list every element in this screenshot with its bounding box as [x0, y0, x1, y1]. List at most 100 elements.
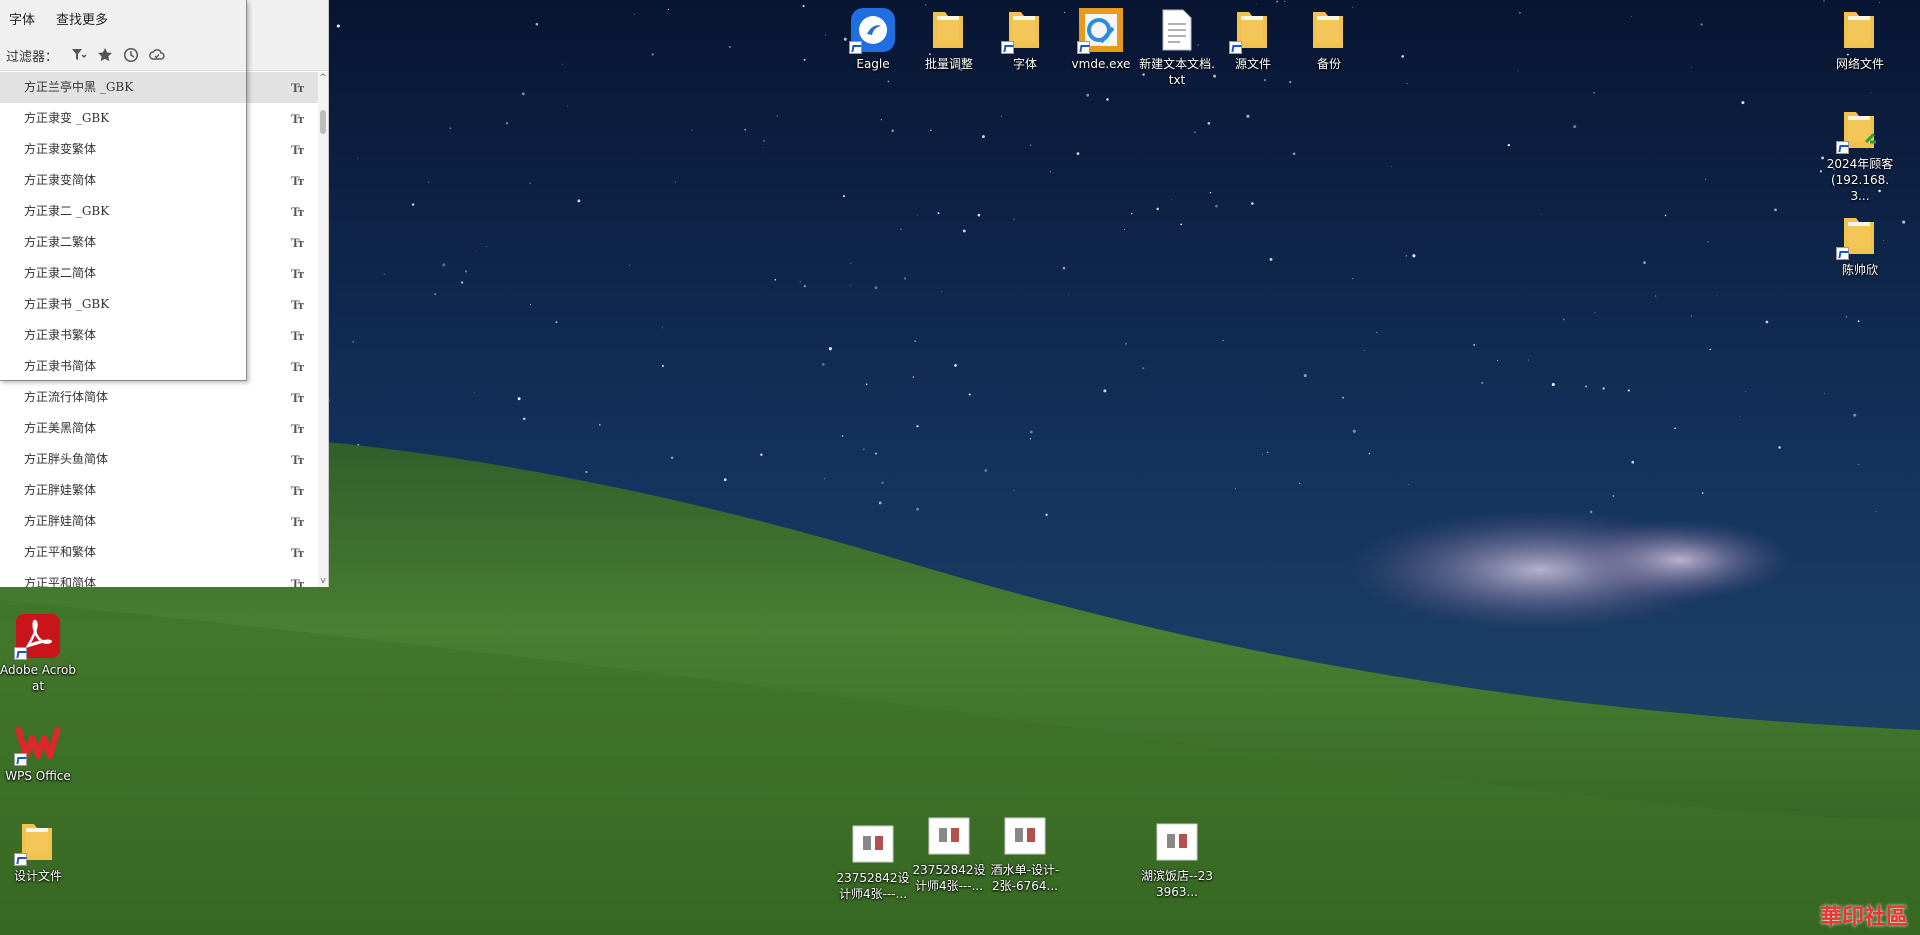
text-file-icon — [1153, 6, 1201, 54]
desktop-icon-label: Adobe Acrobat — [0, 663, 76, 693]
star-icon[interactable] — [94, 45, 116, 65]
folder-icon — [925, 6, 973, 54]
truetype-icon: Tт — [290, 80, 304, 95]
truetype-icon: Tт — [290, 359, 304, 374]
truetype-icon: Tт — [290, 204, 304, 219]
desktop-icon[interactable]: 网络文件 — [1822, 6, 1898, 72]
cloud-icon[interactable] — [146, 45, 168, 65]
font-list-item[interactable]: 方正隶书繁体 Tт — [0, 320, 318, 351]
truetype-icon: Tт — [290, 266, 304, 281]
desktop-icon-label: 新建文本文档.txt — [1139, 57, 1215, 87]
scroll-down-icon[interactable]: v — [318, 575, 328, 587]
desktop-icon-label: 批量调整 — [924, 57, 973, 71]
folder-icon — [1001, 6, 1049, 54]
font-list-item[interactable]: 方正隶变繁体 Tт — [0, 134, 318, 165]
desktop-icon[interactable]: 备份 — [1291, 6, 1367, 72]
desktop-icon-label: 设计文件 — [13, 869, 62, 883]
font-name: 方正隶书简体 — [24, 359, 97, 373]
font-name: 方正美黑简体 — [24, 421, 97, 435]
shortcut-arrow-icon — [1836, 247, 1849, 260]
shortcut-arrow-icon — [1001, 41, 1014, 54]
desktop-icon-label: 酒水单-设计-2张-6764... — [990, 863, 1060, 893]
desktop-icon[interactable]: 设计文件 — [0, 818, 76, 884]
filter-dropdown-icon[interactable] — [68, 45, 90, 65]
font-list-item[interactable]: 方正平和简体 Tт — [0, 568, 318, 587]
font-name: 方正隶书 _GBK — [24, 297, 110, 311]
folder-icon — [1305, 6, 1353, 54]
watermark-logo: 華印社區 — [1819, 904, 1908, 930]
image-thumbnail-icon — [925, 812, 973, 860]
font-list-item[interactable]: 方正隶书简体 Tт — [0, 351, 318, 382]
font-list-item[interactable]: 方正隶变 _GBK Tт — [0, 103, 318, 134]
scroll-thumb[interactable] — [320, 110, 326, 134]
desktop-icon-label: 网络文件 — [1835, 57, 1884, 71]
image-thumbnail-icon — [1001, 812, 1049, 860]
shortcut-arrow-icon — [14, 753, 27, 766]
font-name: 方正胖头鱼简体 — [24, 452, 109, 466]
font-list-item[interactable]: 方正胖娃简体 Tт — [0, 506, 318, 537]
tab-find-more[interactable]: 查找更多 — [56, 9, 108, 28]
truetype-icon: Tт — [290, 390, 304, 405]
desktop-icon[interactable]: 批量调整 — [911, 6, 987, 72]
font-list-item[interactable]: 方正隶书 _GBK Tт — [0, 289, 318, 320]
font-name: 方正隶书繁体 — [24, 328, 97, 342]
font-list-item[interactable]: 方正胖头鱼简体 Tт — [0, 444, 318, 475]
desktop-icon-label: vmde.exe — [1071, 57, 1131, 71]
desktop-icon[interactable]: Eagle — [835, 6, 911, 72]
shortcut-arrow-icon — [1077, 41, 1090, 54]
font-list-item[interactable]: 方正胖娃繁体 Tт — [0, 475, 318, 506]
desktop-icon[interactable]: 陈帅欣 — [1822, 212, 1898, 278]
desktop-icon-label: 23752842设计师4张---... — [912, 863, 986, 893]
font-list-item[interactable]: 方正隶二 _GBK Tт — [0, 196, 318, 227]
list-scrollbar[interactable]: ^ v — [318, 72, 328, 587]
desktop-icon-label: Eagle — [856, 57, 890, 71]
font-name: 方正兰亭中黑 _GBK — [24, 80, 134, 94]
folder-icon — [1229, 6, 1277, 54]
desktop-icon-label: 23752842设计师4张---... — [836, 871, 910, 901]
font-list-item[interactable]: 方正隶变简体 Tт — [0, 165, 318, 196]
tab-fonts[interactable]: 字体 — [9, 9, 35, 28]
font-name: 方正隶变繁体 — [24, 142, 97, 156]
font-manager-panel: 字体 查找更多 过滤器： 方正兰亭中黑 _GBK Tт 方正隶变 _GBK Tт 方正隶… — [0, 0, 329, 587]
truetype-icon: Tт — [290, 235, 304, 250]
vmde-app-icon — [1077, 6, 1125, 54]
wps-icon — [14, 718, 62, 766]
truetype-icon: Tт — [290, 483, 304, 498]
desktop-icon[interactable]: 酒水单-设计-2张-6764... — [987, 812, 1063, 894]
font-name: 方正胖娃简体 — [24, 514, 97, 528]
font-name: 方正隶二简体 — [24, 266, 97, 280]
font-list-item[interactable]: 方正流行体简体 Tт — [0, 382, 318, 413]
desktop-icon[interactable]: 湖滨饭店--233963... — [1139, 818, 1215, 900]
desktop-icon[interactable]: 字体 — [987, 6, 1063, 72]
desktop-icon-label: 2024年顾客 (192.168.3... — [1826, 157, 1894, 203]
clock-icon[interactable] — [120, 45, 142, 65]
desktop-icon[interactable]: WPS Office — [0, 718, 76, 784]
desktop-icon[interactable]: 新建文本文档.txt — [1139, 6, 1215, 88]
desktop-icon[interactable]: Adobe Acrobat — [0, 612, 76, 694]
font-name: 方正胖娃繁体 — [24, 483, 97, 497]
truetype-icon: Tт — [290, 173, 304, 188]
scroll-up-icon[interactable]: ^ — [318, 72, 328, 84]
desktop-icon[interactable]: 源文件 — [1215, 6, 1291, 72]
shortcut-arrow-icon — [14, 853, 27, 866]
desktop-icon[interactable]: vmde.exe — [1063, 6, 1139, 72]
font-list-item[interactable]: 方正隶二繁体 Tт — [0, 227, 318, 258]
font-list-item[interactable]: 方正平和繁体 Tт — [0, 537, 318, 568]
filter-label: 过滤器： — [6, 49, 59, 65]
shortcut-arrow-icon — [1836, 141, 1849, 154]
desktop-icon-label: 字体 — [1012, 57, 1037, 71]
font-name: 方正隶变 _GBK — [24, 111, 110, 125]
truetype-icon: Tт — [290, 328, 304, 343]
desktop-icon[interactable]: 2024年顾客 (192.168.3... — [1822, 106, 1898, 204]
panel-header: 字体 查找更多 过滤器： — [0, 0, 328, 71]
folder-icon — [1836, 212, 1884, 260]
network-folder-icon — [1836, 106, 1884, 154]
font-list-item[interactable]: 方正隶二简体 Tт — [0, 258, 318, 289]
desktop-icon-label: 备份 — [1316, 57, 1341, 71]
truetype-icon: Tт — [290, 576, 304, 587]
font-list-item[interactable]: 方正美黑简体 Tт — [0, 413, 318, 444]
truetype-icon: Tт — [290, 297, 304, 312]
desktop-icon[interactable]: 23752842设计师4张---... — [911, 812, 987, 894]
desktop-icon[interactable]: 23752842设计师4张---... — [835, 820, 911, 902]
font-list-item[interactable]: 方正兰亭中黑 _GBK Tт — [0, 72, 318, 103]
